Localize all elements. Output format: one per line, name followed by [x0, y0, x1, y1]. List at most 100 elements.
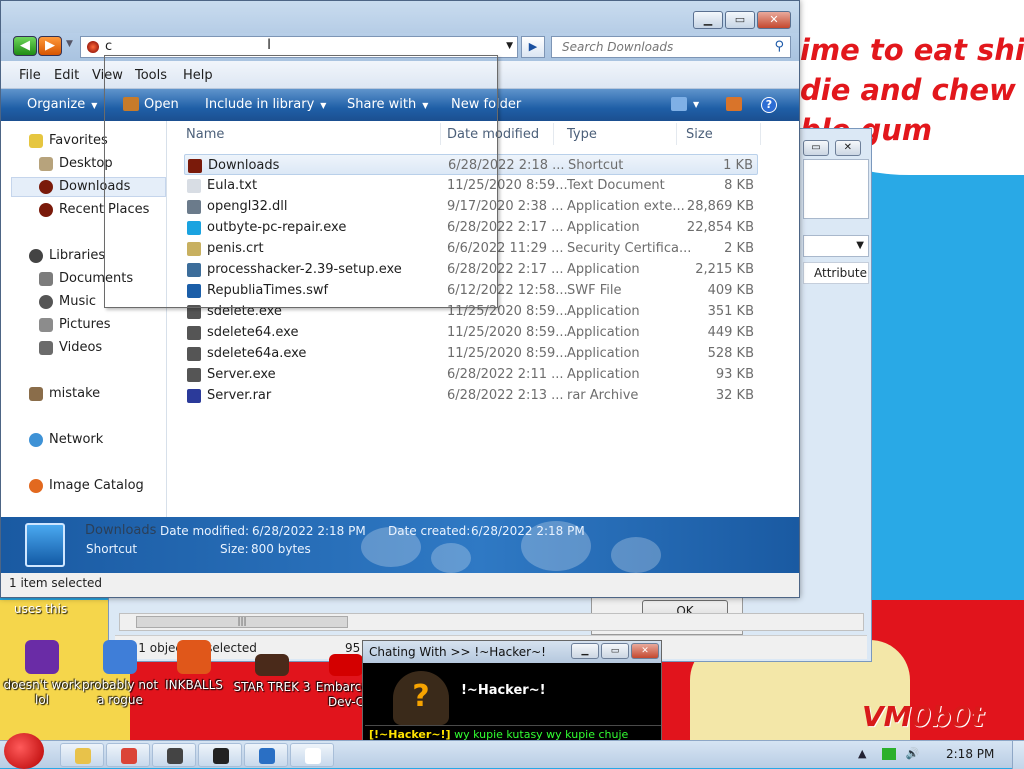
file-type: Text Document: [567, 178, 665, 193]
attribute-column-header[interactable]: Attribute: [803, 262, 869, 284]
file-size: 2,215 KB: [695, 262, 754, 277]
back-window-maximize-button[interactable]: ▭: [803, 140, 829, 156]
back-window-close-button[interactable]: ✕: [834, 140, 861, 156]
menu-edit[interactable]: Edit: [54, 68, 79, 83]
recent-pages-dropdown[interactable]: ▼: [66, 39, 73, 49]
text-cursor-icon: I: [267, 37, 272, 53]
desktop-icon-monitor[interactable]: probably not a rogue: [78, 640, 162, 708]
show-desktop-button[interactable]: [1012, 741, 1024, 769]
file-date-modified: 11/25/2020 8:59...: [447, 346, 568, 361]
search-icon[interactable]: ⚲: [774, 39, 784, 54]
file-type: Security Certifica...: [567, 241, 692, 256]
file-size: 93 KB: [715, 367, 754, 382]
close-button[interactable]: ✕: [757, 11, 791, 29]
scrollbar-thumb[interactable]: |||: [136, 616, 348, 628]
taskbar-button[interactable]: [198, 743, 242, 767]
column-separator[interactable]: [676, 123, 677, 145]
file-size: 8 KB: [724, 178, 754, 193]
file-type: Application: [567, 262, 640, 277]
desktop-icon-yahoo[interactable]: doesn't work lol: [0, 640, 84, 708]
taskbar-clock[interactable]: 2:18 PM: [946, 747, 994, 761]
details-name-text: Downloads: [85, 523, 157, 538]
file-name: sdelete64a.exe: [207, 346, 307, 361]
taskbar-button[interactable]: [60, 743, 104, 767]
file-row[interactable]: sdelete64a.exe 11/25/2020 8:59... Applicat…: [184, 343, 758, 364]
file-row[interactable]: sdelete64.exe 11/25/2020 8:59... Applicati…: [184, 322, 758, 343]
desktop-icon-inkballs[interactable]: INKBALLS: [152, 640, 236, 693]
go-button[interactable]: ▶: [521, 36, 545, 58]
exe-icon: [187, 326, 201, 340]
user-icon: [29, 387, 43, 401]
view-options-dropdown-icon[interactable]: ▼: [693, 100, 699, 109]
nav-videos-label: Videos: [59, 340, 103, 355]
desktop-icon-label: probably not a rogue: [81, 678, 159, 707]
minimize-button[interactable]: ▁: [693, 11, 723, 29]
explorer-title-bar[interactable]: ▁ ▭ ✕: [1, 1, 799, 33]
column-size[interactable]: Size: [686, 127, 713, 142]
chat-maximize-button[interactable]: ▭: [601, 643, 629, 659]
inkball-icon: [177, 640, 211, 674]
file-type: Application: [567, 304, 640, 319]
back-window-panel: [803, 159, 869, 219]
back-window-caption-buttons: ▭ ✕: [803, 139, 863, 156]
preview-pane-icon[interactable]: [726, 97, 742, 111]
back-window-dropdown[interactable]: ▼: [803, 235, 869, 257]
column-type[interactable]: Type: [567, 127, 597, 142]
details-bubble: [611, 537, 661, 573]
shortcut-large-icon: [25, 523, 65, 567]
file-size: 409 KB: [707, 283, 754, 298]
details-bubble: [431, 543, 471, 573]
chat-contact-name: !~Hacker~!: [461, 683, 546, 698]
address-dropdown-icon[interactable]: ▼: [506, 41, 513, 51]
details-size-value: 800 bytes: [251, 542, 311, 556]
file-row[interactable]: Server.exe 6/28/2022 2:11 ... Application 9…: [184, 364, 758, 385]
show-hidden-icons-icon[interactable]: ▲: [858, 747, 866, 760]
view-options-icon[interactable]: [671, 97, 687, 111]
file-name: sdelete64.exe: [207, 325, 299, 340]
chat-close-button[interactable]: ✕: [631, 643, 659, 659]
horizontal-scrollbar[interactable]: |||: [119, 613, 864, 631]
nav-network-label: Network: [49, 432, 104, 447]
recent-places-icon: [39, 203, 53, 217]
file-size: 2 KB: [724, 241, 754, 256]
documents-icon: [39, 272, 53, 286]
help-icon[interactable]: ?: [761, 97, 777, 113]
chevron-down-icon: ▼: [91, 101, 98, 110]
forward-button[interactable]: ▶: [38, 36, 62, 56]
details-type: Shortcut: [86, 542, 138, 556]
file-type: Application: [567, 346, 640, 361]
desktop-icon-star-trek[interactable]: STAR TREK 3: [230, 654, 314, 695]
search-input[interactable]: [560, 38, 760, 56]
back-button[interactable]: ◀: [13, 36, 37, 56]
chat-minimize-button[interactable]: ▁: [571, 643, 599, 659]
taskbar-button[interactable]: [244, 743, 288, 767]
file-name: Server.exe: [207, 367, 276, 382]
chat-title: Chating With >> !~Hacker~!: [369, 645, 546, 659]
taskbar-button[interactable]: [106, 743, 150, 767]
taskbar-button[interactable]: [152, 743, 196, 767]
file-size: 449 KB: [707, 325, 754, 340]
taskbar-button[interactable]: [290, 743, 334, 767]
exe-icon: [187, 368, 201, 382]
file-row[interactable]: Server.rar 6/28/2022 2:13 ... rar Archive 3…: [184, 385, 758, 406]
music-icon: [39, 295, 53, 309]
address-autocomplete-dropdown[interactable]: [104, 55, 498, 308]
chrome-icon: [121, 748, 137, 764]
network-status-icon[interactable]: [881, 748, 896, 760]
caption-buttons: ▁ ▭ ✕: [693, 11, 791, 29]
exe-icon: [187, 347, 201, 361]
address-input[interactable]: c: [105, 39, 112, 54]
file-type: rar Archive: [567, 388, 639, 403]
search-box[interactable]: ⚲: [551, 36, 791, 58]
menu-file[interactable]: File: [19, 68, 41, 83]
folder-icon: [75, 748, 91, 764]
network-globe-icon: [167, 748, 183, 764]
window-icon: [305, 748, 321, 764]
organize-button[interactable]: Organize ▼: [27, 97, 97, 112]
file-date-modified: 6/28/2022 2:13 ...: [447, 388, 564, 403]
maximize-button[interactable]: ▭: [725, 11, 755, 29]
column-separator[interactable]: [553, 123, 554, 145]
column-separator[interactable]: [760, 123, 761, 145]
start-button[interactable]: [4, 733, 44, 769]
volume-icon[interactable]: 🔊: [905, 747, 919, 760]
